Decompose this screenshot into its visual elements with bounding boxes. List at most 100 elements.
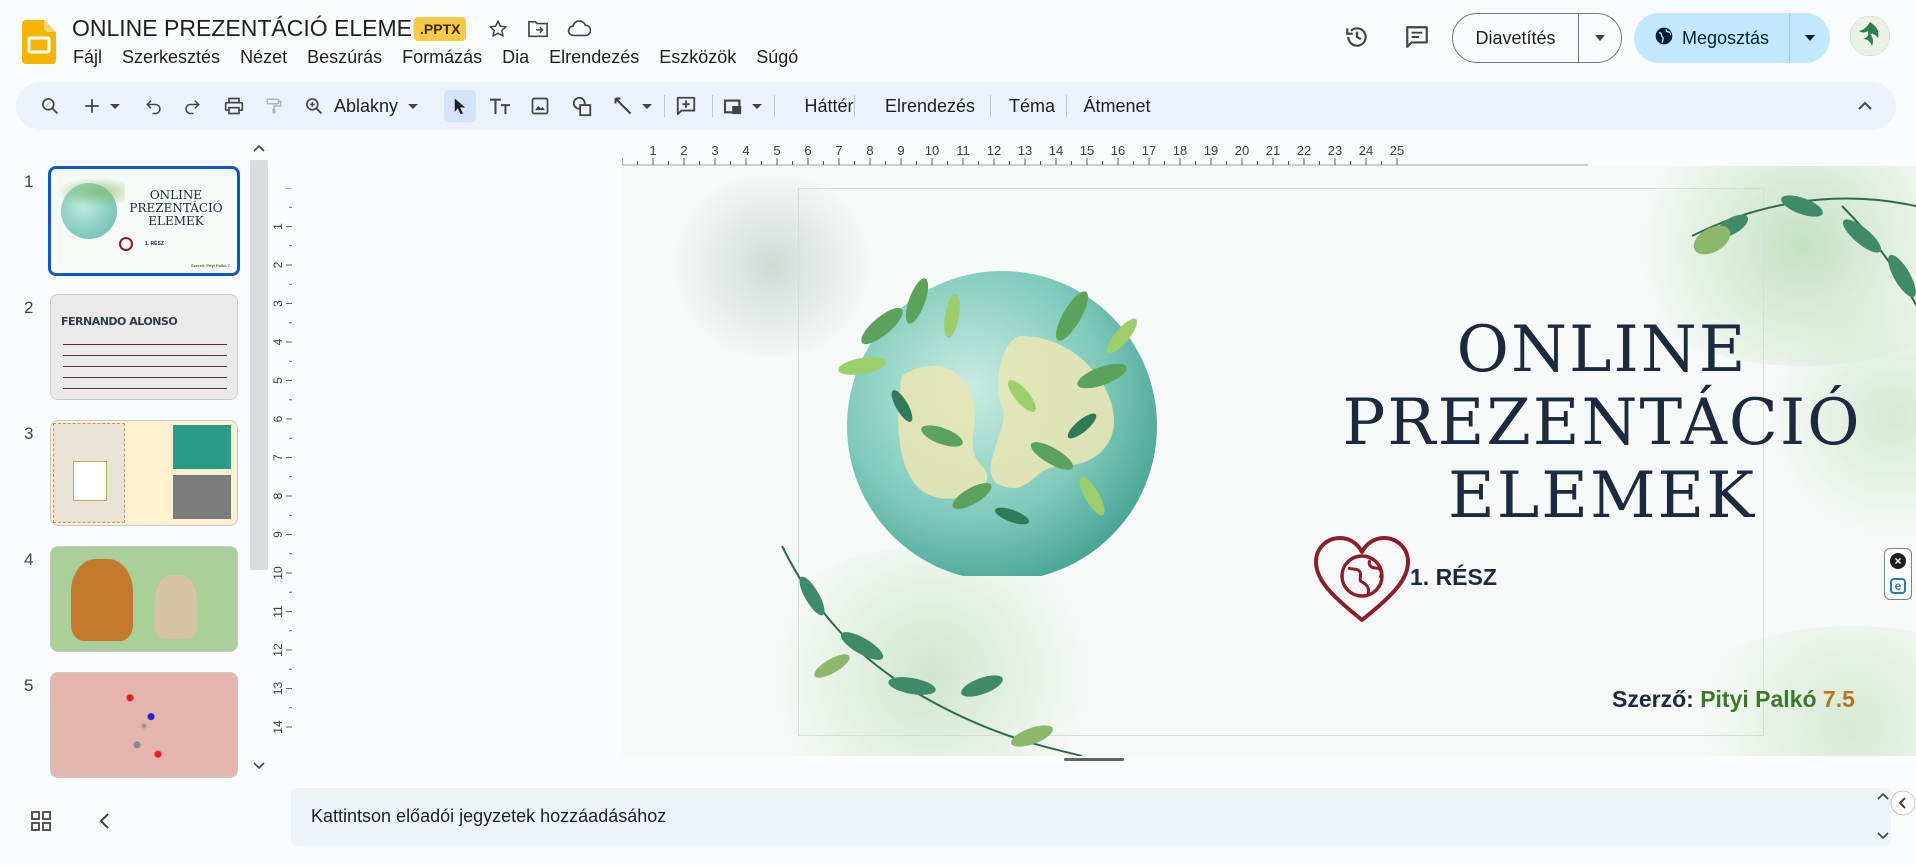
cloud-saved-icon[interactable] xyxy=(564,14,594,44)
placeholder-options-dropdown[interactable] xyxy=(748,82,766,130)
layout-label: Elrendezés xyxy=(884,95,976,116)
menu-arrange[interactable]: Elrendezés xyxy=(539,45,649,70)
author-label: Szerző: xyxy=(1612,686,1701,712)
share-button[interactable]: Megosztás xyxy=(1634,13,1790,63)
ruler-label: 3 xyxy=(272,300,285,307)
slide-subtitle[interactable]: 1. RÉSZ xyxy=(1410,564,1497,591)
text-box-icon[interactable] xyxy=(484,82,516,130)
slide-thumbnail-5[interactable] xyxy=(50,672,238,778)
slide-canvas[interactable]: ONLINE PREZENTÁCIÓ ELEMEK 1. RÉSZ Szerző… xyxy=(622,166,1916,756)
zoom-icon[interactable] xyxy=(300,82,328,130)
leaves-decoration xyxy=(55,177,125,207)
undo-icon[interactable] xyxy=(140,82,168,130)
ruler-label: 12 xyxy=(272,643,285,657)
redo-icon[interactable] xyxy=(178,82,206,130)
ruler-label: 3 xyxy=(711,143,718,158)
slide-thumbnail-3[interactable] xyxy=(50,420,238,526)
ruler-label: 6 xyxy=(272,415,285,422)
history-icon[interactable] xyxy=(1340,20,1374,54)
ruler-label: 13 xyxy=(272,682,285,696)
account-avatar[interactable] xyxy=(1850,16,1890,56)
speaker-notes-area[interactable]: Kattintson előadói jegyzetek hozzáadásáh… xyxy=(291,788,1891,846)
file-type-badge: .PPTX xyxy=(414,17,467,41)
shape-icon[interactable] xyxy=(566,82,598,130)
leaf-sprig-bottom-left xyxy=(781,545,1083,756)
line-icon[interactable] xyxy=(608,82,638,130)
menu-edit[interactable]: Szerkesztés xyxy=(112,45,230,70)
menu-help[interactable]: Súgó xyxy=(746,45,808,70)
notes-resize-handle[interactable] xyxy=(1064,758,1124,761)
star-icon[interactable] xyxy=(483,14,513,44)
dog-image xyxy=(71,559,133,641)
document-title[interactable]: ONLINE PREZENTÁCIÓ ELEMEK1 xyxy=(72,15,440,42)
slide-number: 1 xyxy=(24,172,34,191)
ruler-label: 12 xyxy=(987,143,1001,158)
select-tool-icon[interactable] xyxy=(444,90,476,122)
editor-canvas[interactable]: ONLINE PREZENTÁCIÓ ELEMEK 1. RÉSZ Szerző… xyxy=(292,166,1916,756)
new-slide-layout-dropdown[interactable] xyxy=(106,82,124,130)
slide-number: 2 xyxy=(24,298,34,317)
new-slide-icon[interactable] xyxy=(78,82,106,130)
present-button[interactable]: Diavetítés xyxy=(1453,14,1579,62)
menu-tools[interactable]: Eszközök xyxy=(649,45,746,70)
ruler-label: 11 xyxy=(956,143,970,158)
globe-icon xyxy=(1654,26,1674,51)
background-button[interactable]: Háttér xyxy=(780,82,878,130)
close-addon-icon[interactable]: × xyxy=(1890,553,1906,569)
notes-scroll-down-icon[interactable] xyxy=(1877,832,1889,840)
grid-view-icon[interactable] xyxy=(30,810,52,832)
menu-insert[interactable]: Beszúrás xyxy=(297,45,392,70)
add-comment-icon[interactable] xyxy=(670,82,702,130)
slide-thumbnail-4[interactable] xyxy=(50,546,238,652)
player-jersey xyxy=(73,461,107,501)
image-icon[interactable] xyxy=(524,82,556,130)
comments-icon[interactable] xyxy=(1400,20,1434,54)
ruler-label: 18 xyxy=(1173,143,1187,158)
move-to-folder-icon[interactable] xyxy=(523,14,553,44)
print-icon[interactable] xyxy=(220,82,248,130)
zoom-value: Ablakny xyxy=(334,95,399,116)
toolbar-divider xyxy=(990,95,991,117)
menu-format[interactable]: Formázás xyxy=(392,45,492,70)
ruler-label: 13 xyxy=(1018,143,1032,158)
vertical-ruler: 1234567891011121314 xyxy=(272,188,293,734)
addon-e-icon[interactable]: e xyxy=(1890,578,1906,594)
zoom-select[interactable]: Ablakny xyxy=(334,82,438,130)
filmstrip-scroll-thumb[interactable] xyxy=(250,160,268,570)
line-type-dropdown[interactable] xyxy=(638,82,656,130)
slides-logo-icon[interactable] xyxy=(22,20,56,64)
ruler-label: 24 xyxy=(1359,143,1373,158)
menu-view[interactable]: Nézet xyxy=(230,45,297,70)
filmstrip: 1 ONLINE PREZENTÁCIÓ ELEMEK 1. RÉSZ Szer… xyxy=(0,140,270,780)
scroll-down-icon[interactable] xyxy=(253,762,265,770)
earth-illustration xyxy=(838,271,1157,576)
ruler-label: 16 xyxy=(1111,143,1125,158)
slide-title[interactable]: ONLINE PREZENTÁCIÓ ELEMEK xyxy=(1322,314,1882,533)
side-panel-addons: × e xyxy=(1884,548,1912,600)
transition-button[interactable]: Átmenet xyxy=(1072,82,1162,130)
menu-file[interactable]: Fájl xyxy=(63,45,112,70)
side-panel-toggle-icon[interactable] xyxy=(1890,790,1916,816)
theme-button[interactable]: Téma xyxy=(996,82,1068,130)
placeholder-options-icon[interactable] xyxy=(718,82,750,130)
notes-scroll-up-icon[interactable] xyxy=(1877,792,1889,800)
ruler-label: 15 xyxy=(1080,143,1094,158)
layout-button[interactable]: Elrendezés xyxy=(868,82,992,130)
ruler-label: 19 xyxy=(1204,143,1218,158)
present-group: Diavetítés xyxy=(1452,13,1622,63)
share-label: Megosztás xyxy=(1681,27,1770,48)
present-dropdown-button[interactable] xyxy=(1579,14,1621,62)
slide-author[interactable]: Szerző: Pityi Palkó 7.5 xyxy=(1612,686,1855,713)
scroll-up-icon[interactable] xyxy=(253,144,265,152)
collapse-filmstrip-icon[interactable] xyxy=(94,810,116,832)
ruler-label: 7 xyxy=(272,454,285,461)
search-menus-icon[interactable] xyxy=(34,82,66,130)
share-dropdown-button[interactable] xyxy=(1790,13,1830,63)
paint-format-icon[interactable] xyxy=(260,82,288,130)
ruler-label: 8 xyxy=(866,143,873,158)
slide-thumbnail-1[interactable]: ONLINE PREZENTÁCIÓ ELEMEK 1. RÉSZ Szerző… xyxy=(48,166,240,276)
menu-slide[interactable]: Dia xyxy=(492,45,539,70)
collapse-menus-icon[interactable] xyxy=(1850,82,1880,130)
slide-thumbnail-2[interactable]: FERNANDO ALONSO xyxy=(50,294,238,400)
slide-title-line: ELEMEK xyxy=(1448,459,1756,533)
